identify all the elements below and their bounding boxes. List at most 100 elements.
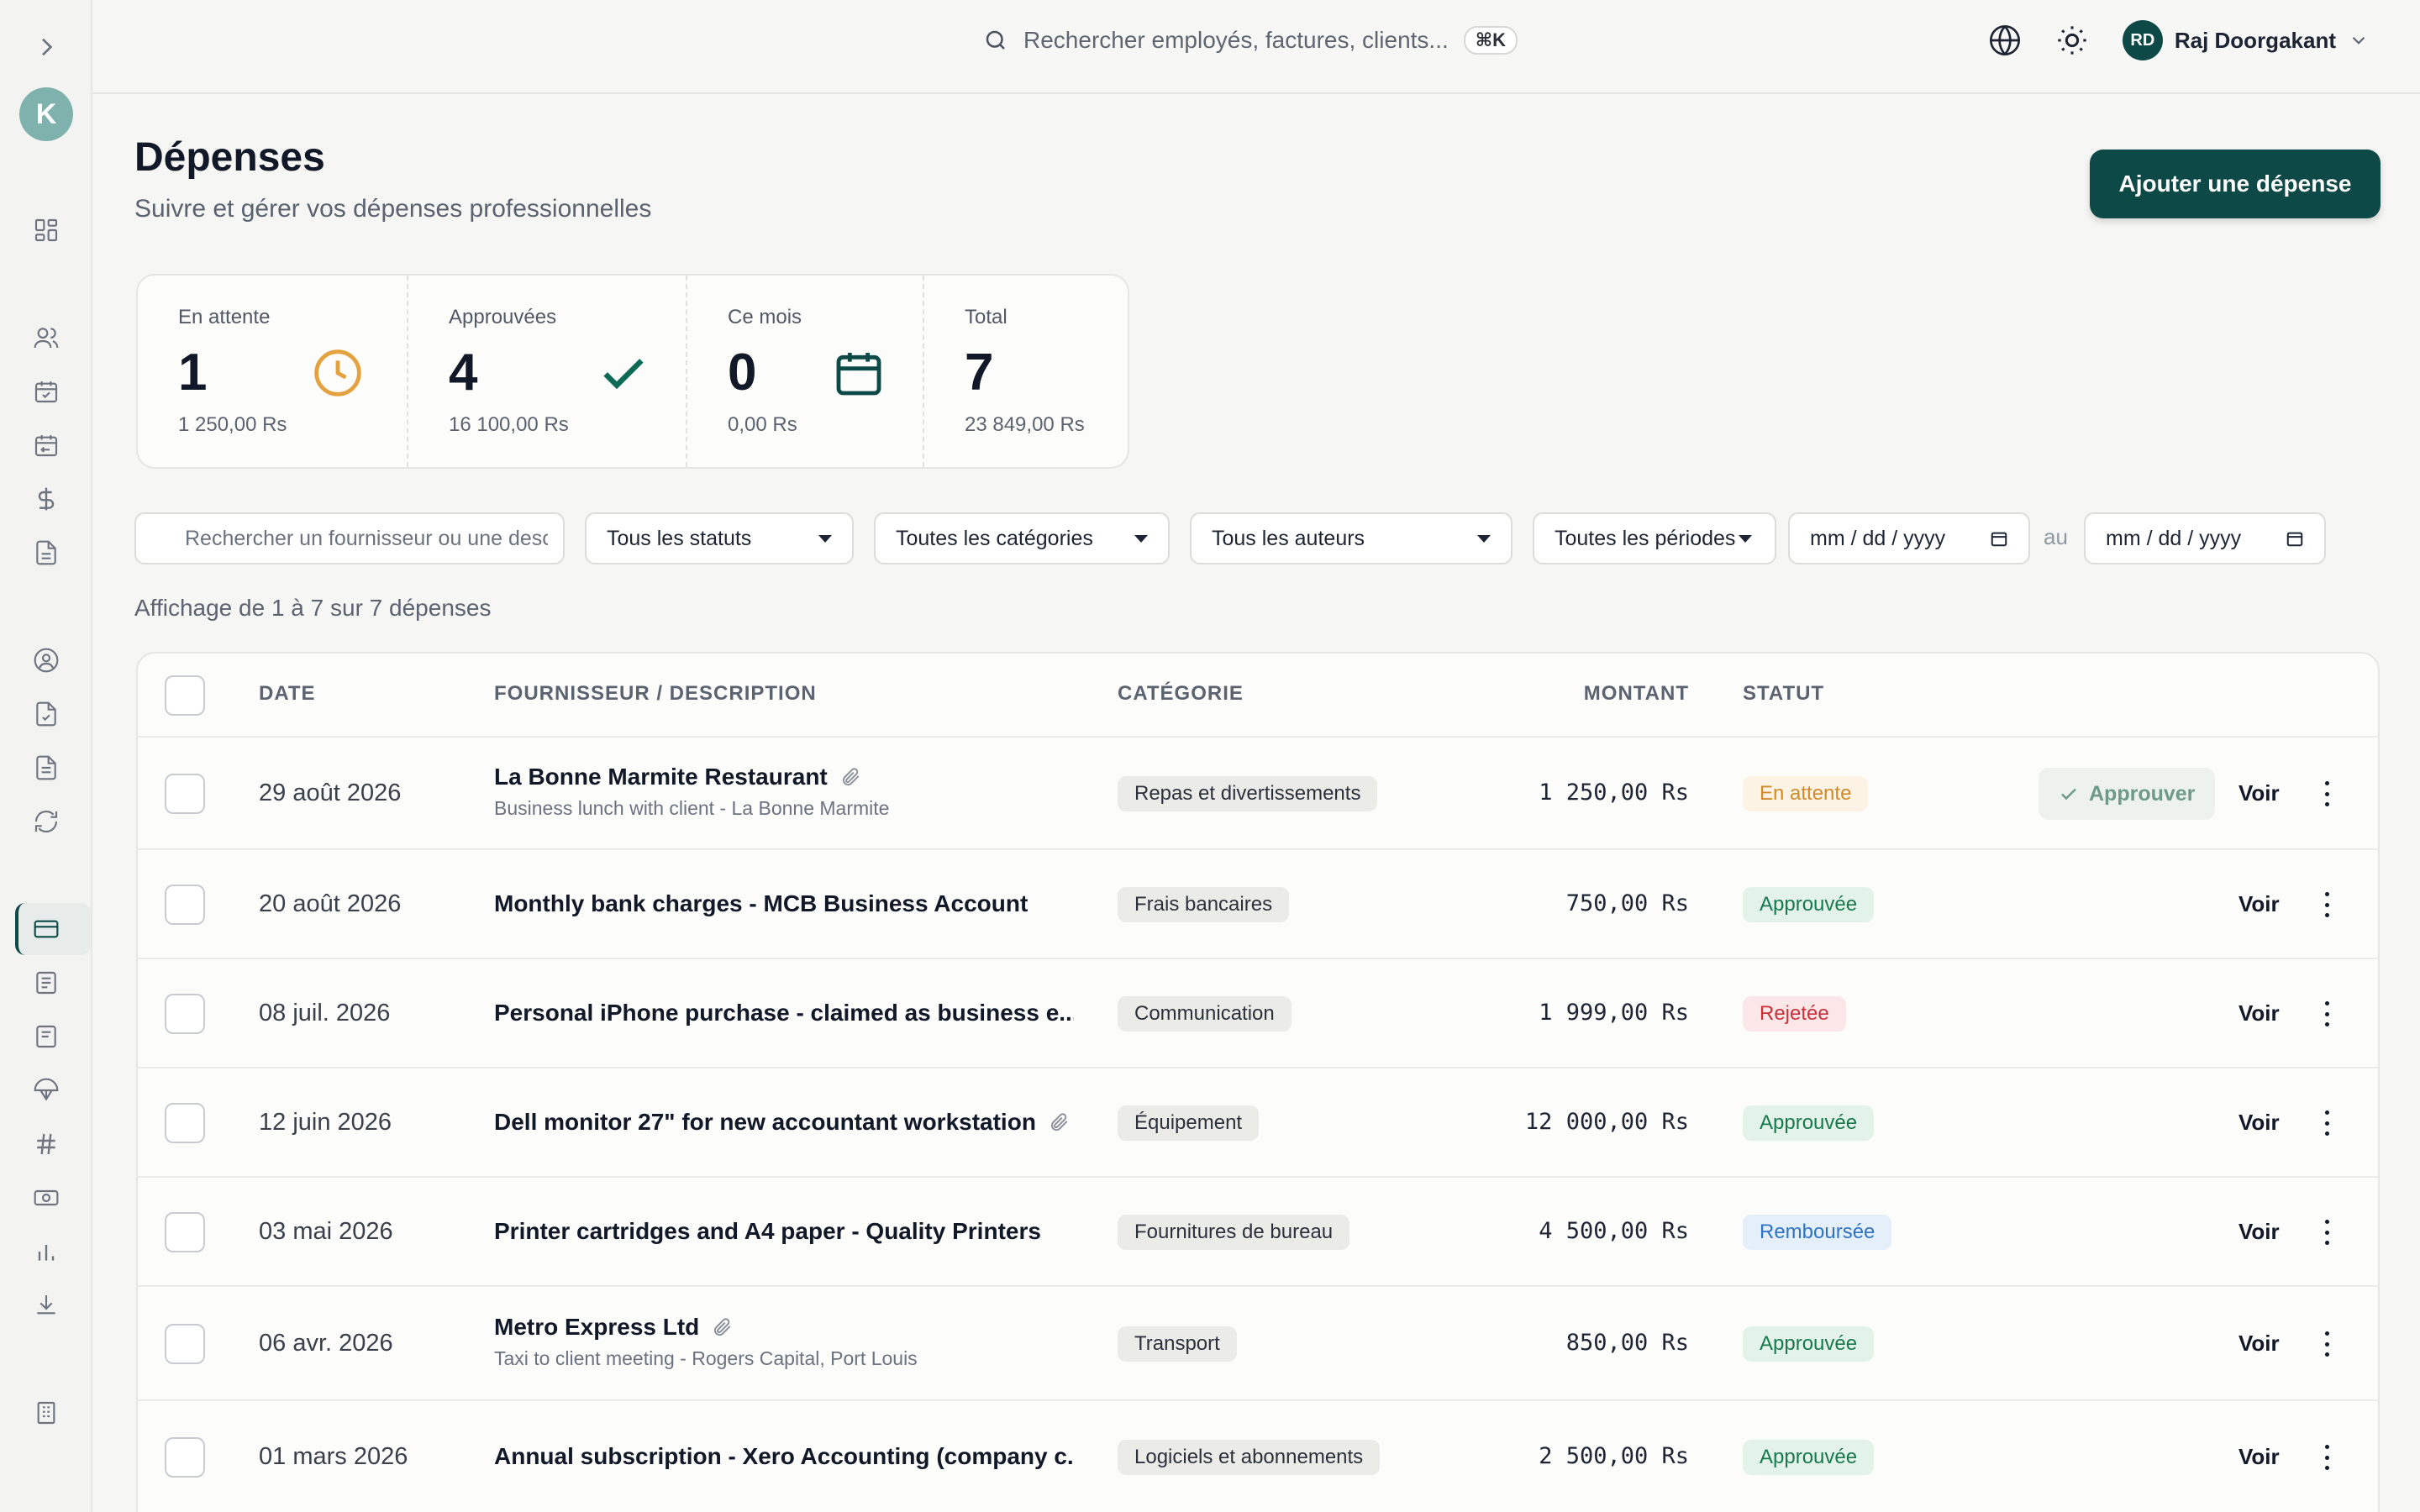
header-status[interactable]: STATUT [1743, 682, 1824, 706]
cash-icon[interactable] [33, 1184, 60, 1211]
view-button[interactable]: Voir [2238, 1444, 2280, 1470]
table-row[interactable]: 08 juil. 2026 Personal iPhone purchase - … [138, 959, 2378, 1068]
building-icon[interactable] [33, 1399, 60, 1426]
sun-icon[interactable] [2055, 24, 2089, 57]
bar-chart-icon[interactable] [33, 1238, 60, 1265]
more-options-icon[interactable] [2323, 781, 2331, 806]
caret-down-icon [1739, 534, 1753, 543]
calendar-check-icon[interactable] [33, 378, 60, 405]
file-check-icon[interactable] [33, 701, 60, 727]
stat-label: En attente [178, 306, 271, 328]
check-icon [2061, 788, 2076, 801]
stat-approved: Approuvées 4 16 100,00 Rs [408, 276, 687, 467]
header-vendor[interactable]: FOURNISSEUR / DESCRIPTION [494, 682, 817, 706]
more-options-icon[interactable] [2323, 1445, 2331, 1470]
globe-icon[interactable] [1988, 24, 2022, 57]
refresh-icon[interactable] [33, 808, 60, 835]
view-button[interactable]: Voir [2238, 1331, 2280, 1357]
global-search-placeholder: Rechercher employés, factures, clients..… [1023, 27, 1449, 53]
dashboard-icon[interactable] [33, 217, 60, 244]
table-row[interactable]: 29 août 2026 La Bonne Marmite Restaurant B… [138, 738, 2378, 850]
row-checkbox[interactable] [165, 885, 205, 925]
view-button[interactable]: Voir [2238, 780, 2280, 806]
users-icon[interactable] [33, 324, 60, 351]
app-logo[interactable]: K [19, 87, 73, 141]
table-row[interactable]: 12 juin 2026 Dell monitor 27" for new acc… [138, 1068, 2378, 1178]
date-to-placeholder: mm / dd / yyyy [2106, 526, 2242, 550]
view-button[interactable]: Voir [2238, 1000, 2280, 1026]
more-options-icon[interactable] [2323, 1001, 2331, 1026]
view-button[interactable]: Voir [2238, 1110, 2280, 1136]
row-date: 03 mai 2026 [259, 1218, 393, 1245]
header-amount[interactable]: MONTANT [1584, 682, 1689, 706]
view-button[interactable]: Voir [2238, 1219, 2280, 1245]
date-from-input[interactable]: mm / dd / yyyy [1788, 512, 2030, 564]
file-text-icon[interactable] [33, 754, 60, 781]
table-row[interactable]: 06 avr. 2026 Metro Express Ltd Taxi to cli… [138, 1287, 2378, 1401]
date-to-input[interactable]: mm / dd / yyyy [2084, 512, 2326, 564]
expand-sidebar-icon[interactable] [33, 34, 60, 60]
status-badge: En attente [1743, 776, 1869, 811]
row-category-badge: Équipement [1118, 1105, 1260, 1141]
more-options-icon[interactable] [2323, 892, 2331, 917]
credit-card-icon[interactable] [33, 916, 60, 942]
period-filter-value: Toutes les périodes [1555, 526, 1736, 550]
chevron-down-icon [2352, 36, 2365, 45]
user-circle-icon[interactable] [33, 647, 60, 674]
clock-icon [314, 349, 361, 396]
table-row[interactable]: 03 mai 2026 Printer cartridges and A4 pap… [138, 1178, 2378, 1287]
calendar-arrow-icon[interactable] [33, 432, 60, 459]
more-options-icon[interactable] [2323, 1110, 2331, 1136]
calendar-icon[interactable] [2286, 529, 2304, 548]
global-search[interactable]: Rechercher employés, factures, clients..… [983, 20, 1518, 60]
results-count: Affichage de 1 à 7 sur 7 dépenses [134, 595, 492, 621]
category-filter-value: Toutes les catégories [896, 526, 1093, 550]
header-category[interactable]: CATÉGORIE [1118, 682, 1244, 706]
dollar-icon[interactable] [33, 486, 60, 512]
calendar-icon[interactable] [1990, 529, 2008, 548]
status-badge: Approuvée [1743, 1105, 1875, 1141]
more-options-icon[interactable] [2323, 1331, 2331, 1357]
view-button[interactable]: Voir [2238, 891, 2280, 917]
attachment-icon [842, 768, 860, 786]
row-checkbox[interactable] [165, 1212, 205, 1252]
row-checkbox[interactable] [165, 1324, 205, 1364]
select-all-checkbox[interactable] [165, 675, 205, 716]
expenses-table: DATE FOURNISSEUR / DESCRIPTION CATÉGORIE… [136, 652, 2380, 1512]
row-amount: 12 000,00 Rs [1524, 1109, 1689, 1135]
stat-label: Approuvées [449, 306, 557, 328]
row-amount: 4 500,00 Rs [1539, 1218, 1689, 1244]
row-date: 01 mars 2026 [259, 1443, 408, 1470]
attachment-icon [1050, 1113, 1068, 1131]
category-filter[interactable]: Toutes les catégories [874, 512, 1170, 564]
row-checkbox[interactable] [165, 994, 205, 1034]
umbrella-icon[interactable] [33, 1077, 60, 1104]
author-filter[interactable]: Tous les auteurs [1190, 512, 1512, 564]
user-menu[interactable]: RD Raj Doorgakant [2122, 20, 2370, 60]
table-row[interactable]: 20 août 2026 Monthly bank charges - MCB B… [138, 850, 2378, 959]
document-icon[interactable] [33, 539, 60, 566]
table-row[interactable]: 01 mars 2026 Annual subscription - Xero A… [138, 1401, 2378, 1512]
hash-icon[interactable] [33, 1131, 60, 1158]
add-expense-button[interactable]: Ajouter une dépense [2090, 150, 2381, 218]
row-checkbox[interactable] [165, 1437, 205, 1478]
period-filter[interactable]: Toutes les périodes [1533, 512, 1776, 564]
row-category-badge: Fournitures de bureau [1118, 1215, 1350, 1250]
status-badge: Approuvée [1743, 1326, 1875, 1362]
stat-value: 1 [178, 344, 208, 402]
approve-button[interactable]: Approuver [2039, 768, 2216, 820]
invoice-icon[interactable] [33, 1023, 60, 1050]
expense-search-input[interactable] [151, 526, 548, 551]
row-checkbox[interactable] [165, 774, 205, 814]
row-vendor-text: La Bonne Marmite Restaurant [494, 764, 828, 790]
row-date: 12 juin 2026 [259, 1109, 392, 1136]
more-options-icon[interactable] [2323, 1220, 2331, 1245]
status-filter[interactable]: Tous les statuts [585, 512, 854, 564]
attachment-icon [714, 1318, 731, 1336]
row-checkbox[interactable] [165, 1103, 205, 1143]
row-vendor-text: Personal iPhone purchase - claimed as bu… [494, 1000, 1074, 1026]
row-amount: 750,00 Rs [1565, 890, 1689, 916]
download-icon[interactable] [33, 1292, 60, 1319]
receipt-icon[interactable] [33, 969, 60, 996]
header-date[interactable]: DATE [259, 682, 316, 706]
